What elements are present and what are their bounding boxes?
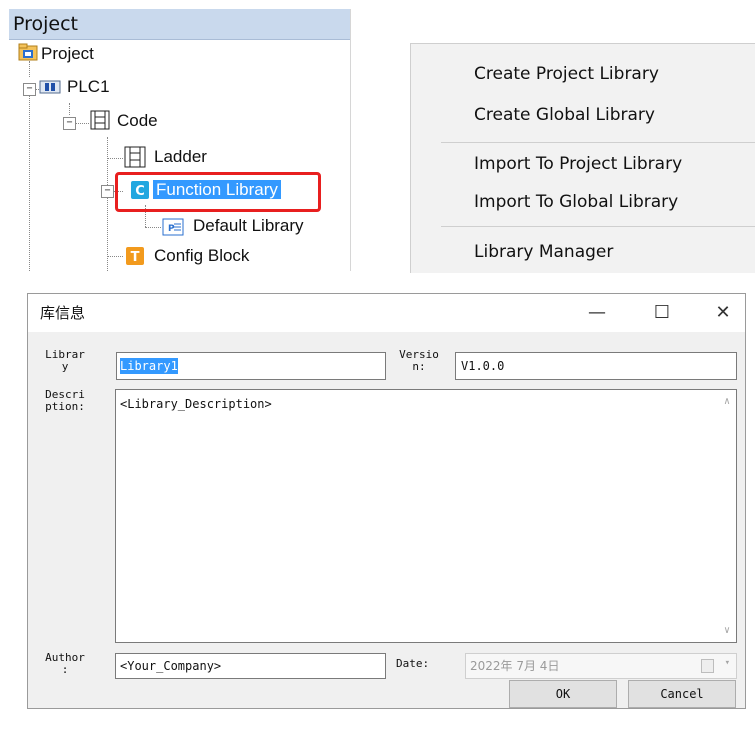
date-picker[interactable]: 2022年 7月 4日 ▾ — [465, 653, 737, 679]
version-value: V1.0.0 — [461, 359, 505, 373]
tree-node-function-library[interactable]: Function Library — [153, 177, 281, 203]
calendar-icon[interactable] — [701, 659, 714, 673]
ladder-icon — [123, 145, 147, 174]
dialog-title: 库信息 — [40, 304, 86, 322]
menu-item-library-manager[interactable]: Library Manager — [474, 234, 613, 270]
menu-separator — [441, 226, 755, 227]
cancel-button[interactable]: Cancel — [628, 680, 736, 708]
collapse-toggle-icon[interactable]: − — [63, 117, 76, 130]
function-library-label: Function Library — [153, 180, 281, 199]
menu-item-create-global-library[interactable]: Create Global Library — [474, 97, 655, 133]
author-label: Author : — [45, 651, 85, 676]
library-file-icon: P — [162, 218, 184, 241]
tree-node-project[interactable]: Project — [41, 41, 94, 67]
tree-line — [69, 103, 70, 115]
menu-item-create-project-library[interactable]: Create Project Library — [474, 56, 659, 92]
tree-node-plc1[interactable]: PLC1 — [67, 74, 110, 100]
function-library-icon: C — [130, 180, 150, 205]
tree-line — [107, 158, 123, 159]
tree-line — [29, 85, 30, 271]
tree-node-config-block[interactable]: Config Block — [154, 243, 249, 269]
tree-node-default-library[interactable]: Default Library — [193, 213, 304, 239]
tree-line — [107, 256, 123, 257]
date-label: Date: — [396, 657, 430, 670]
version-field[interactable]: V1.0.0 — [455, 352, 737, 380]
collapse-toggle-icon[interactable]: − — [23, 83, 36, 96]
svg-text:T: T — [131, 250, 140, 265]
project-panel: Project Project − PLC1 − Code Ladder − C… — [9, 9, 351, 271]
date-value: 2022年 7月 4日 — [470, 659, 560, 673]
tree-node-ladder[interactable]: Ladder — [154, 144, 207, 170]
tree-line — [145, 227, 161, 228]
library-info-dialog: 库信息 — ☐ ✕ Librar y Library1 Versio n: V1… — [27, 293, 746, 709]
close-button[interactable]: ✕ — [703, 294, 743, 332]
menu-separator — [441, 142, 755, 143]
description-textarea[interactable]: <Library_Description> ∧ ∨ — [115, 389, 737, 643]
ok-button[interactable]: OK — [509, 680, 617, 708]
author-field[interactable]: <Your_Company> — [115, 653, 386, 679]
tree-line — [75, 123, 89, 124]
library-name-field[interactable]: Library1 — [116, 352, 386, 380]
svg-text:P: P — [168, 224, 175, 234]
dialog-titlebar: 库信息 — ☐ ✕ — [28, 294, 745, 332]
menu-item-import-to-project-library[interactable]: Import To Project Library — [474, 146, 682, 182]
project-tree: Project − PLC1 − Code Ladder − C Functio… — [9, 41, 350, 271]
plc-icon — [39, 79, 61, 100]
project-folder-icon — [18, 43, 38, 66]
context-menu: Create Project Library Create Global Lib… — [410, 43, 755, 273]
config-block-icon: T — [125, 246, 145, 271]
svg-text:C: C — [135, 184, 145, 199]
maximize-button[interactable]: ☐ — [642, 294, 682, 332]
author-value: <Your_Company> — [120, 659, 222, 673]
collapse-toggle-icon[interactable]: − — [101, 185, 114, 198]
library-label: Librar y — [45, 348, 85, 373]
dropdown-arrow-icon[interactable]: ▾ — [725, 658, 730, 668]
tree-node-code[interactable]: Code — [117, 108, 158, 134]
version-label: Versio n: — [399, 348, 439, 373]
description-value: <Library_Description> — [120, 397, 272, 411]
scroll-up-icon[interactable]: ∧ — [724, 396, 730, 407]
menu-item-import-to-global-library[interactable]: Import To Global Library — [474, 184, 678, 220]
code-icon — [89, 109, 111, 136]
scroll-down-icon[interactable]: ∨ — [724, 625, 730, 636]
library-name-value: Library1 — [120, 358, 178, 374]
minimize-button[interactable]: — — [577, 294, 617, 332]
project-panel-header: Project — [9, 9, 350, 40]
description-label: Descri ption: — [45, 388, 85, 413]
